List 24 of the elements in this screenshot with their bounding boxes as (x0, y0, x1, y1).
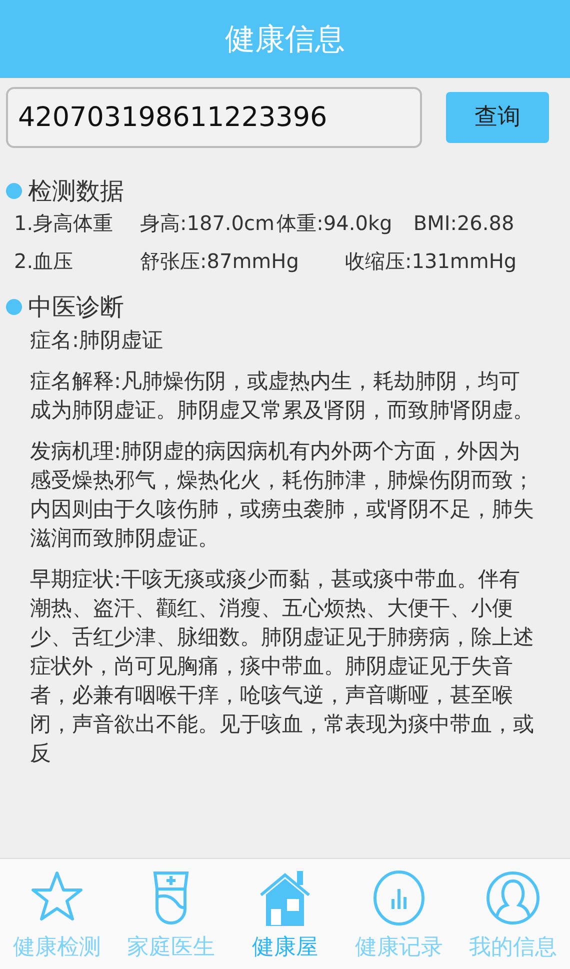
metric-label: 1.身高体重 (14, 210, 114, 236)
metric-label: 2.血压 (14, 248, 74, 274)
user-icon (485, 869, 541, 927)
metric-value: 舒张压:87mmHg (140, 248, 300, 274)
section-title: 中医诊断 (28, 292, 124, 322)
query-button[interactable]: 查询 (446, 92, 549, 143)
chart-circle-icon (371, 869, 427, 927)
tab-item[interactable]: 健康屋 (228, 859, 342, 969)
page-title: 健康信息 (225, 20, 345, 58)
tab-item[interactable]: 健康检测 (0, 859, 114, 969)
diagnosis-paragraph: 症名:肺阴虚证 (29, 327, 164, 354)
metric-value: 体重:94.0kg (276, 210, 394, 236)
tab-item[interactable]: 健康记录 (342, 859, 456, 969)
id-number-field[interactable]: 420703198611223396 (6, 87, 422, 148)
diagnosis-paragraph: 早期症状:干咳无痰或痰少而黏，甚或痰中带血。伴有潮热、盗汗、颧红、消瘦、五心烦热、大便干、小便少、舌红少津、脉细数。肺阴虚证见于肺痨病，除上述症状外，尚可见胸痛，痰中带血。肺阴虚证见于失音者，必兼有咽喉干痒，呛咳气逆，声音嘶哑，甚至喉闭，声音欲出不能。见于咳血，常表现为痰中带血，或反 (29, 566, 535, 767)
house-icon (257, 869, 313, 927)
tab-item[interactable]: 我的信息 (456, 859, 570, 969)
metric-value: 收缩压:131mmHg (345, 248, 518, 274)
diagnosis-paragraph: 症名解释:凡肺燥伤阴，或虚热内生，耗劫肺阴，均可成为肺阴虚证。肺阴虚又常累及肾阴，而致肺肾阴虚。 (29, 368, 535, 424)
section-title: 检测数据 (28, 176, 124, 206)
tab-item[interactable]: 家庭医生 (114, 859, 228, 969)
metric-value: BMI:26.88 (413, 210, 516, 236)
diagnosis-paragraph: 发病机理:肺阴虚的病因病机有内外两个方面，外因为感受燥热邪气，燥热化火，耗伤肺津，肺燥伤阴而致；内因则由于久咳伤肺，或痨虫袭肺，或肾阴不足，肺失滋润而致肺阴虚证。 (29, 438, 535, 552)
metric-value: 身高:187.0cm (140, 210, 276, 236)
